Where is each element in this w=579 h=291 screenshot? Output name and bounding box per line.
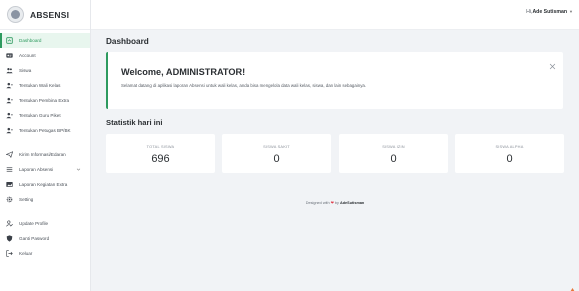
welcome-title: Welcome, ADMINISTRATOR! <box>121 67 246 77</box>
stat-value: 0 <box>390 153 397 165</box>
school-logo-icon <box>7 6 24 23</box>
stat-label: SISWA ALPHA <box>495 144 524 149</box>
stat-label: SISWA SAKIT <box>263 144 290 149</box>
sidebar-item-label: Siswa <box>19 68 32 73</box>
heart-icon: ❤ <box>330 201 334 205</box>
gear-icon <box>6 196 13 203</box>
welcome-text: Selamat datang di aplikasi laporan Absen… <box>121 83 367 88</box>
user-assign-icon <box>6 127 13 134</box>
sidebar-item-label: Dashboard <box>19 38 42 43</box>
close-icon[interactable] <box>549 57 556 70</box>
send-icon <box>6 151 13 158</box>
user-assign-icon <box>6 97 13 104</box>
stat-card-siswa-sakit: SISWA SAKIT 0 <box>222 134 331 173</box>
user-edit-icon <box>6 220 13 227</box>
topbar: Hi,Ade Sutisman ▼ <box>91 0 579 30</box>
sidebar-item-ganti-password[interactable]: Ganti Pasword <box>0 231 90 246</box>
footer-by: by <box>334 201 339 205</box>
footer-prefix: Designed with <box>305 201 330 205</box>
sidebar-item-dashboard[interactable]: Dashboard <box>0 33 90 48</box>
caret-down-icon: ▼ <box>569 9 573 14</box>
stat-card-siswa-alpha: SISWA ALPHA 0 <box>455 134 564 173</box>
stat-card-total-siswa: TOTAL SISWA 696 <box>106 134 215 173</box>
sidebar-item-pembina-extra[interactable]: Tentukan Pembina Extra <box>0 93 90 108</box>
footer: Designed with ❤ by AdeSutisman <box>91 200 579 205</box>
page-title: Dashboard <box>106 37 149 46</box>
sidebar-item-label: Laporan Kegiatan Extra <box>19 182 68 187</box>
id-card-icon <box>6 52 13 59</box>
sidebar-item-laporan-extra[interactable]: Laporan Kegiatan Extra <box>0 177 90 192</box>
footer-author[interactable]: AdeSutisman <box>340 201 364 205</box>
sidebar-item-kirim-informasi[interactable]: Kirim Informasi/Edaran <box>0 147 90 162</box>
user-assign-icon <box>6 112 13 119</box>
shield-icon <box>6 235 13 242</box>
stat-label: SISWA IZIN <box>382 144 405 149</box>
user-assign-icon <box>6 82 13 89</box>
sidebar-item-petugas-bpbk[interactable]: Tentukan Petugas BP/BK <box>0 123 90 138</box>
main-content: Dashboard Welcome, ADMINISTRATOR! Selama… <box>91 30 579 291</box>
stat-value: 696 <box>151 153 170 165</box>
sidebar-item-update-profile[interactable]: Update Profile <box>0 216 90 231</box>
stat-value: 0 <box>506 153 513 165</box>
stats-title: Statistik hari ini <box>106 118 163 127</box>
menu-spacer <box>0 138 90 147</box>
stat-value: 0 <box>273 153 280 165</box>
sidebar-item-wali-kelas[interactable]: Tentukan Wali Kelas <box>0 78 90 93</box>
sidebar-item-label: Tentukan Pembina Extra <box>19 98 70 103</box>
sidebar-item-label: Keluar <box>19 251 33 256</box>
sidebar-item-label: Account <box>19 53 36 58</box>
sidebar-item-label: Tentukan Guru Piket <box>19 113 61 118</box>
sidebar-item-label: Tentukan Wali Kelas <box>19 83 61 88</box>
brand[interactable]: ABSENSI <box>0 0 90 30</box>
list-icon <box>6 166 13 173</box>
sidebar: ABSENSI Dashboard Account Siswa Tentukan… <box>0 0 91 291</box>
sidebar-item-account[interactable]: Account <box>0 48 90 63</box>
welcome-card: Welcome, ADMINISTRATOR! Selamat datang d… <box>106 52 563 109</box>
sidebar-item-label: Laporan Absensi <box>19 167 54 172</box>
sidebar-item-guru-piket[interactable]: Tentukan Guru Piket <box>0 108 90 123</box>
sidebar-item-label: Update Profile <box>19 221 49 226</box>
sidebar-item-label: Ganti Pasword <box>19 236 50 241</box>
sidebar-item-siswa[interactable]: Siswa <box>0 63 90 78</box>
chevron-down-icon[interactable] <box>76 167 81 172</box>
sidebar-item-setting[interactable]: Setting <box>0 192 90 207</box>
logout-icon <box>6 250 13 257</box>
scroll-top-icon[interactable] <box>569 281 576 291</box>
user-menu[interactable]: Hi,Ade Sutisman ▼ <box>526 9 573 15</box>
stat-card-siswa-izin: SISWA IZIN 0 <box>339 134 448 173</box>
sidebar-item-label: Setting <box>19 197 34 202</box>
sidebar-item-keluar[interactable]: Keluar <box>0 246 90 261</box>
users-icon <box>6 67 13 74</box>
sidebar-item-laporan-absensi[interactable]: Laporan Absensi <box>0 162 90 177</box>
sidebar-item-label: Kirim Informasi/Edaran <box>19 152 66 157</box>
user-name: Ade Sutisman <box>532 9 568 15</box>
menu-spacer <box>0 207 90 216</box>
dashboard-icon <box>6 37 13 44</box>
stat-label: TOTAL SISWA <box>146 144 175 149</box>
sidebar-item-label: Tentukan Petugas BP/BK <box>19 128 71 133</box>
image-icon <box>6 181 13 188</box>
brand-name: ABSENSI <box>30 9 70 20</box>
sidebar-menu: Dashboard Account Siswa Tentukan Wali Ke… <box>0 30 90 261</box>
